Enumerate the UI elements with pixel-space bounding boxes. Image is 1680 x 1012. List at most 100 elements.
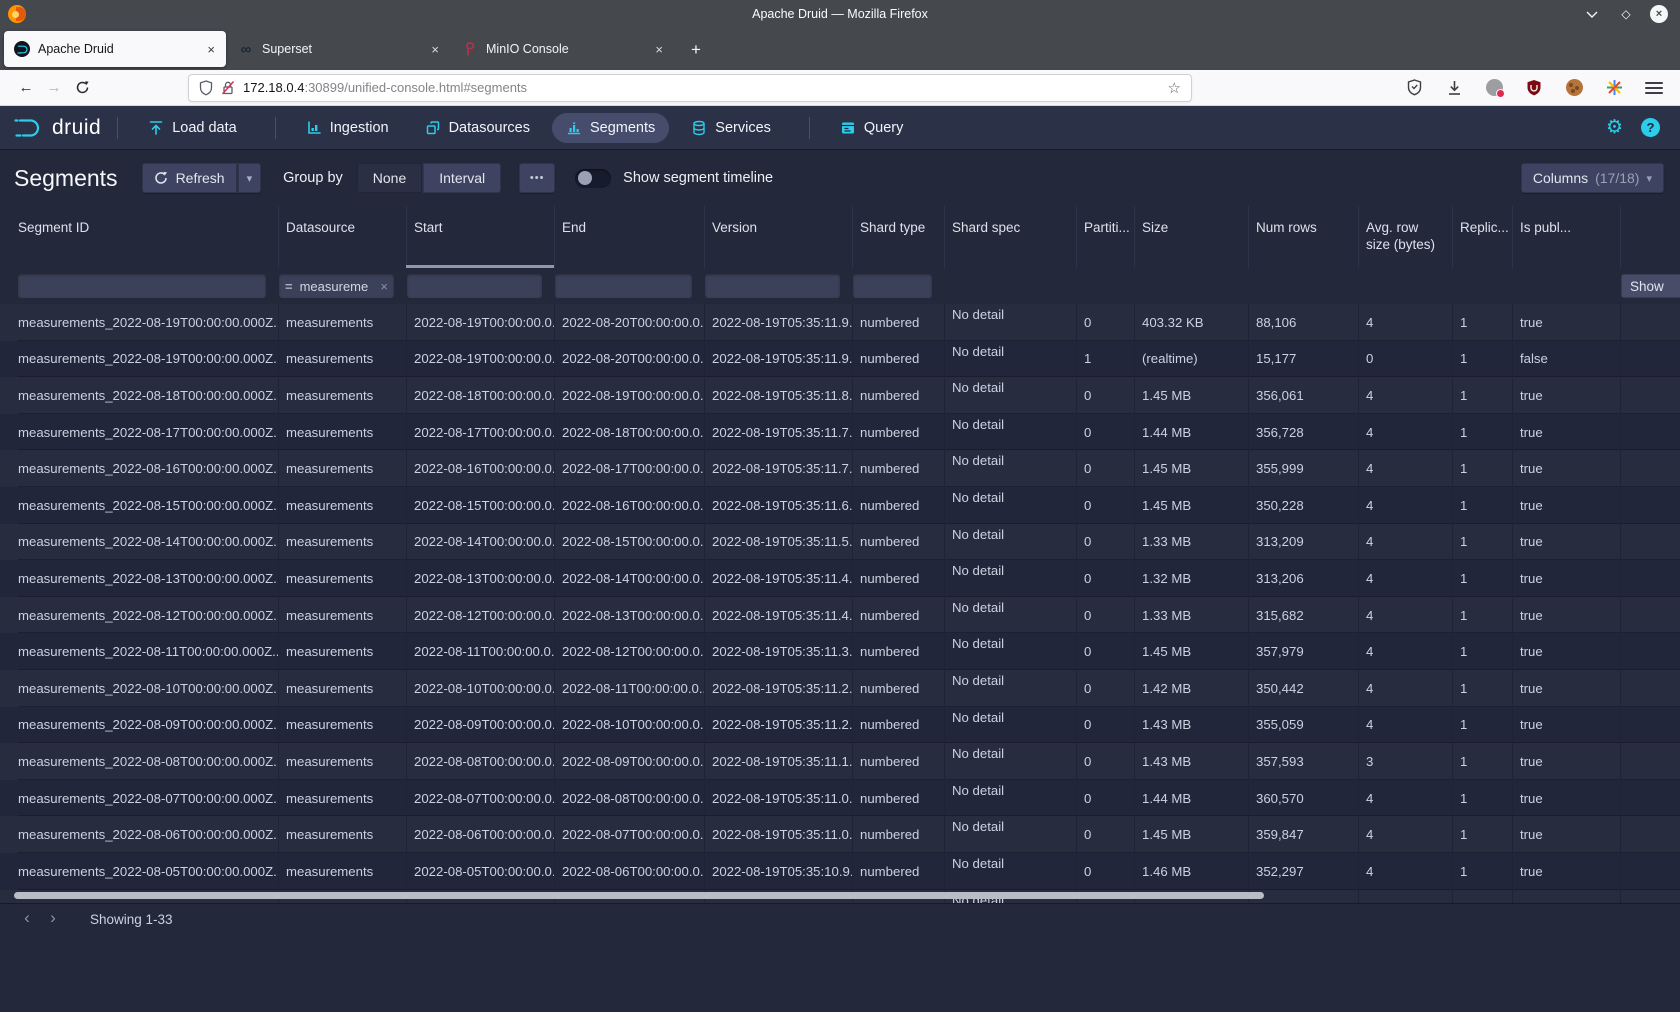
cell-segment_id: measurements_2022-08-09T00:00:00.000Z... — [18, 707, 278, 744]
tab-apache-druid[interactable]: Apache Druid × — [4, 31, 226, 67]
cell-replication — [1452, 890, 1512, 904]
group-by-interval-button[interactable]: Interval — [422, 163, 501, 193]
url-bar[interactable]: 172.18.0.4:30899/unified-console.html#se… — [188, 74, 1192, 102]
nav-item-ingestion[interactable]: Ingestion — [292, 113, 403, 143]
refresh-button[interactable]: Refresh — [142, 163, 237, 193]
cell-partition: 0 — [1076, 670, 1134, 707]
tab-superset[interactable]: ∞ Superset × — [228, 31, 450, 67]
maximize-icon[interactable]: ◇ — [1618, 7, 1634, 21]
nav-item-load-data[interactable]: Load data — [134, 113, 251, 143]
column-header-shard_spec[interactable]: Shard spec — [944, 206, 1076, 268]
table-row[interactable]: measurements_2022-08-15T00:00:00.000Z...… — [0, 487, 1680, 524]
columns-button[interactable]: Columns (17/18) ▾ — [1521, 163, 1664, 193]
table-row[interactable]: measurements_2022-08-12T00:00:00.000Z...… — [0, 597, 1680, 634]
insecure-lock-icon[interactable] — [221, 80, 235, 96]
column-header-avg_row_size[interactable]: Avg. row size (bytes) — [1358, 206, 1452, 268]
end-filter-input[interactable] — [555, 274, 692, 298]
cell-avg_row_size: 4 — [1358, 524, 1452, 561]
cell-num_rows: 350,228 — [1248, 487, 1358, 524]
column-header-replication[interactable]: Replic... — [1452, 206, 1512, 268]
divider — [117, 117, 118, 139]
back-button[interactable]: ← — [12, 74, 40, 102]
close-window-icon[interactable]: × — [1650, 5, 1668, 23]
shield-permissions-icon[interactable] — [199, 80, 213, 96]
nav-item-datasources[interactable]: Datasources — [411, 113, 544, 143]
table-row[interactable]: measurements_2022-08-07T00:00:00.000Z...… — [0, 780, 1680, 817]
start-filter-input[interactable] — [407, 274, 542, 298]
table-row[interactable]: measurements_2022-08-19T00:00:00.000Z...… — [0, 304, 1680, 341]
close-tab-icon[interactable]: × — [652, 42, 666, 57]
column-header-size[interactable]: Size — [1134, 206, 1248, 268]
help-icon[interactable]: ? — [1641, 118, 1660, 137]
nav-item-label: Query — [864, 120, 904, 136]
column-header-shard_type[interactable]: Shard type — [852, 206, 944, 268]
table-row[interactable]: measurements_2022-08-05T00:00:00.000Z...… — [0, 853, 1680, 890]
version-filter-input[interactable] — [705, 274, 840, 298]
refresh-caret-button[interactable]: ▾ — [237, 163, 262, 193]
table-row[interactable]: measurements_2022-08-16T00:00:00.000Z...… — [0, 450, 1680, 487]
minimize-icon[interactable] — [1586, 10, 1602, 18]
cell-size: 1.45 MB — [1134, 450, 1248, 487]
table-row[interactable]: measurements_2022-08-19T00:00:00.000Z...… — [0, 341, 1680, 378]
segment-timeline-toggle[interactable] — [575, 169, 611, 188]
datasource-filter-input[interactable]: = measureme × — [279, 274, 394, 298]
table-row[interactable]: measurements_2022-08-13T00:00:00.000Z...… — [0, 560, 1680, 597]
ublock-origin-icon[interactable] — [1524, 78, 1544, 98]
tab-minio-console[interactable]: MinIO Console × — [452, 31, 674, 67]
extension-mask-icon[interactable] — [1484, 78, 1504, 98]
cell-is_published: true — [1512, 597, 1620, 634]
column-header-segment_id[interactable]: Segment ID — [18, 206, 278, 268]
column-header-datasource[interactable]: Datasource — [278, 206, 406, 268]
pocket-shield-icon[interactable] — [1404, 78, 1424, 98]
table-row[interactable]: measurements_2022-08-06T00:00:00.000Z...… — [0, 816, 1680, 853]
boolean-filter-select[interactable]: Show — [1621, 274, 1680, 298]
table-row[interactable]: measurements_2022-08-08T00:00:00.000Z...… — [0, 743, 1680, 780]
forward-button[interactable]: → — [40, 74, 68, 102]
column-header-num_rows[interactable]: Num rows — [1248, 206, 1358, 268]
group-by-label: Group by — [283, 170, 343, 186]
column-header-end[interactable]: End — [554, 206, 704, 268]
cell-version: 2022-08-19T05:35:11.2... — [704, 670, 852, 707]
cell-shard_type: numbered — [852, 524, 944, 561]
next-page-icon[interactable]: › — [40, 906, 66, 932]
segment-id-filter-input[interactable] — [18, 274, 266, 298]
shard-type-filter-input[interactable] — [853, 274, 932, 298]
cell-overflow — [1620, 816, 1680, 853]
cell-shard_spec: No detail — [944, 633, 1076, 670]
column-header-start[interactable]: Start — [406, 206, 554, 268]
table-row[interactable]: measurements_2022-08-11T00:00:00.000Z...… — [0, 633, 1680, 670]
column-header-version[interactable]: Version — [704, 206, 852, 268]
nav-item-segments[interactable]: Segments — [552, 113, 669, 143]
reload-button[interactable] — [68, 74, 96, 102]
cookie-extension-icon[interactable] — [1564, 78, 1584, 98]
cell-version: 2022-08-19T05:35:11.1... — [704, 743, 852, 780]
horizontal-scrollbar[interactable] — [14, 892, 1264, 899]
nav-item-services[interactable]: Services — [677, 113, 785, 143]
column-header-partition[interactable]: Partiti... — [1076, 206, 1134, 268]
previous-page-icon[interactable]: ‹ — [14, 906, 40, 932]
cell-replication: 1 — [1452, 743, 1512, 780]
sparkle-extension-icon[interactable] — [1604, 78, 1624, 98]
nav-item-query[interactable]: Query — [826, 113, 918, 143]
close-tab-icon[interactable]: × — [428, 42, 442, 57]
group-by-none-button[interactable]: None — [357, 163, 422, 193]
column-header-is_published[interactable]: Is publ... — [1512, 206, 1620, 268]
more-options-button[interactable]: ••• — [519, 163, 555, 193]
bookmark-star-icon[interactable]: ☆ — [1168, 79, 1181, 97]
cell-datasource: measurements — [278, 707, 406, 744]
hamburger-menu-icon[interactable] — [1644, 78, 1664, 98]
column-header-overflow[interactable] — [1620, 206, 1680, 268]
new-tab-button[interactable]: + — [682, 36, 710, 64]
downloads-icon[interactable] — [1444, 78, 1464, 98]
table-row[interactable]: measurements_2022-08-09T00:00:00.000Z...… — [0, 707, 1680, 744]
table-row[interactable]: measurements_2022-08-10T00:00:00.000Z...… — [0, 670, 1680, 707]
table-row[interactable]: measurements_2022-08-14T00:00:00.000Z...… — [0, 524, 1680, 561]
settings-gear-icon[interactable]: ⚙ — [1606, 118, 1623, 137]
table-row[interactable]: measurements_2022-08-17T00:00:00.000Z...… — [0, 414, 1680, 451]
segments-table: Segment IDDatasourceStartEndVersionShard… — [0, 206, 1680, 903]
remove-filter-icon[interactable]: × — [380, 279, 388, 294]
nav-item-label: Ingestion — [330, 120, 389, 136]
close-tab-icon[interactable]: × — [204, 42, 218, 57]
druid-logo[interactable]: druid — [14, 116, 101, 140]
table-row[interactable]: measurements_2022-08-18T00:00:00.000Z...… — [0, 377, 1680, 414]
